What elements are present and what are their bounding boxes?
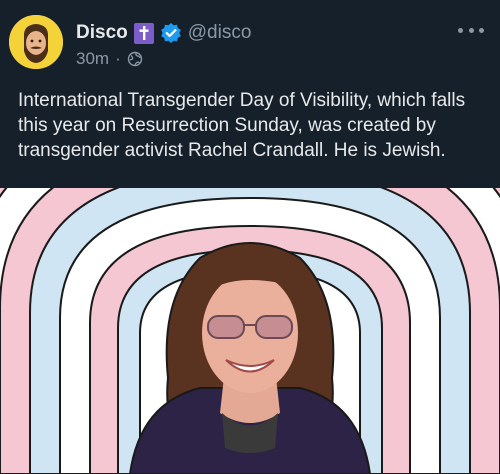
author-name[interactable]: Disco <box>76 22 128 44</box>
post-image[interactable] <box>0 188 500 474</box>
verified-badge-icon <box>160 22 182 44</box>
more-dot <box>479 27 484 33</box>
more-options-icon[interactable] <box>458 22 484 38</box>
more-dot <box>468 27 474 33</box>
author-handle[interactable]: @disco <box>188 22 252 44</box>
timestamp[interactable]: 30m <box>76 49 109 69</box>
globe-icon <box>127 51 143 67</box>
more-dot <box>458 27 463 33</box>
post-text: International Transgender Day of Visibil… <box>18 90 466 161</box>
meta-separator: · <box>115 49 121 68</box>
post-meta: 30m · <box>76 48 143 70</box>
latin-cross-icon <box>133 22 154 44</box>
author-row: Disco @disco <box>76 20 251 46</box>
post-card[interactable]: Disco @disco 30m · International Transge… <box>0 0 500 474</box>
avatar[interactable] <box>9 15 63 69</box>
